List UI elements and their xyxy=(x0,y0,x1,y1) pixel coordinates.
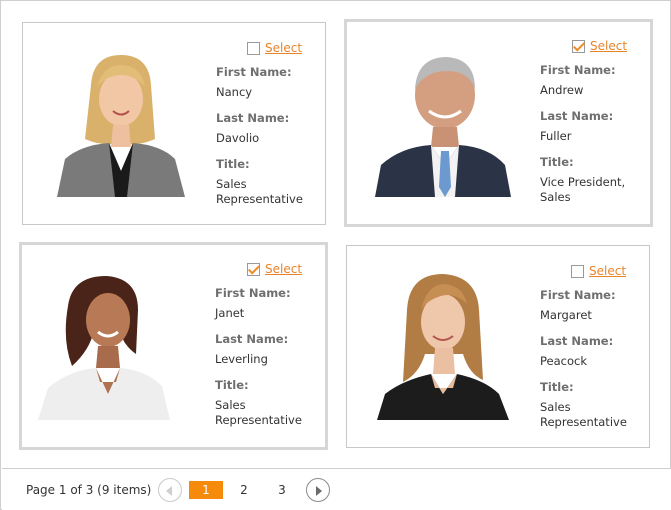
page-button-1[interactable]: 1 xyxy=(189,481,223,499)
employee-photo xyxy=(375,270,511,420)
title-label: Title: xyxy=(215,378,249,392)
last-name-label: Last Name: xyxy=(540,334,614,348)
pager: Page 1 of 3 (9 items) 1 2 3 xyxy=(2,468,671,510)
employee-photo xyxy=(51,47,187,197)
prev-page-icon[interactable] xyxy=(158,478,182,502)
first-name-label: First Name: xyxy=(215,286,291,300)
page-button-3[interactable]: 3 xyxy=(265,481,299,499)
first-name-value: Janet xyxy=(215,306,245,320)
first-name-value: Andrew xyxy=(540,83,584,97)
title-value: Vice President, Sales xyxy=(540,175,626,204)
title-value: Sales Representative xyxy=(216,177,303,206)
employee-card: Select First Name: Andrew Last Name: Ful… xyxy=(344,19,653,227)
employee-fields: First Name: Andrew Last Name: Fuller Tit… xyxy=(540,63,650,205)
select-checkbox[interactable]: Select xyxy=(247,262,302,276)
first-name-label: First Name: xyxy=(540,63,616,77)
select-link[interactable]: Select xyxy=(265,262,302,276)
title-label: Title: xyxy=(540,155,574,169)
checkbox-icon[interactable] xyxy=(571,264,584,278)
employee-photo xyxy=(375,47,511,197)
title-label: Title: xyxy=(216,157,250,171)
first-name-label: First Name: xyxy=(216,65,292,79)
employee-photo xyxy=(38,270,174,420)
title-value: Sales Representative xyxy=(540,400,627,429)
last-name-value: Fuller xyxy=(540,129,572,143)
last-name-label: Last Name: xyxy=(215,332,289,346)
checkbox-icon[interactable] xyxy=(247,41,260,55)
select-link[interactable]: Select xyxy=(589,264,626,278)
employee-fields: First Name: Margaret Last Name: Peacock … xyxy=(540,288,650,430)
select-link[interactable]: Select xyxy=(265,41,302,55)
page-button-2[interactable]: 2 xyxy=(227,481,261,499)
checkbox-checked-icon[interactable] xyxy=(247,262,260,276)
last-name-value: Davolio xyxy=(216,131,260,145)
next-page-icon[interactable] xyxy=(306,478,330,502)
employee-fields: First Name: Nancy Last Name: Davolio Tit… xyxy=(216,65,326,207)
first-name-value: Margaret xyxy=(540,308,592,322)
first-name-label: First Name: xyxy=(540,288,616,302)
select-checkbox[interactable]: Select xyxy=(571,264,626,278)
last-name-value: Peacock xyxy=(540,354,587,368)
select-checkbox[interactable]: Select xyxy=(247,41,302,55)
title-value: Sales Representative xyxy=(215,398,302,427)
last-name-value: Leverling xyxy=(215,352,268,366)
checkbox-checked-icon[interactable] xyxy=(572,39,585,53)
select-link[interactable]: Select xyxy=(590,39,627,53)
title-label: Title: xyxy=(540,380,574,394)
employee-card: Select First Name: Nancy Last Name: Davo… xyxy=(22,22,326,225)
employee-fields: First Name: Janet Last Name: Leverling T… xyxy=(215,286,325,428)
employee-card: Select First Name: Janet Last Name: Leve… xyxy=(19,242,328,450)
last-name-label: Last Name: xyxy=(216,111,290,125)
employee-card: Select First Name: Margaret Last Name: P… xyxy=(346,245,650,448)
page-info: Page 1 of 3 (9 items) xyxy=(26,483,152,497)
card-view-container: Select First Name: Nancy Last Name: Davo… xyxy=(0,0,671,510)
last-name-label: Last Name: xyxy=(540,109,614,123)
first-name-value: Nancy xyxy=(216,85,253,99)
select-checkbox[interactable]: Select xyxy=(572,39,627,53)
